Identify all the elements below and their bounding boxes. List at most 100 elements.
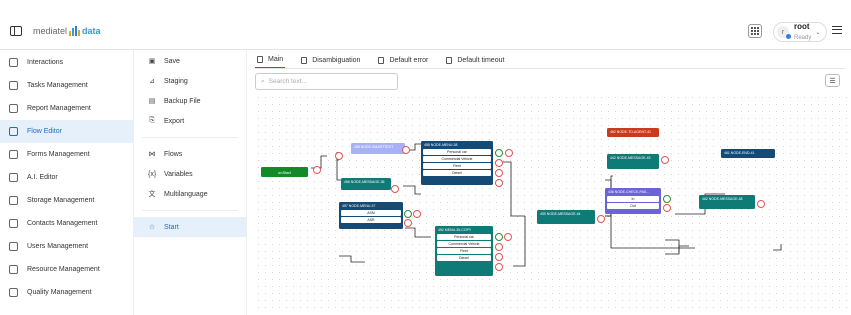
node-title: 461 NODE-END-41 xyxy=(724,150,755,155)
check-option[interactable]: In xyxy=(607,196,659,202)
delete-icon[interactable] xyxy=(495,179,503,187)
staging-button[interactable]: ⊿ Staging xyxy=(134,71,246,91)
tab-label: Default timeout xyxy=(457,56,505,64)
sidebar-toggle-icon[interactable] xyxy=(10,26,22,36)
multilanguage-label: Multilanguage xyxy=(164,190,208,198)
menu-option[interactable]: Personal car xyxy=(437,234,491,240)
flow-node-458[interactable]: 458 NODE-SMARTTEXT xyxy=(351,143,405,154)
edge xyxy=(773,244,782,251)
check-option[interactable]: Out xyxy=(607,203,659,209)
flow-node-442[interactable]: 442 NODE-MESSAGE-43 xyxy=(607,154,659,169)
flow-node-456[interactable]: 456 NODE-MESSAGE-36 xyxy=(341,178,391,190)
save-icon: ▣ xyxy=(148,58,156,65)
delete-icon[interactable] xyxy=(597,215,605,223)
backup-file-button[interactable]: ▤ Backup File xyxy=(134,91,246,111)
delete-icon[interactable] xyxy=(313,166,321,174)
edge xyxy=(339,255,365,263)
edge xyxy=(665,245,689,255)
flow-node-457[interactable]: 457 NODE-MENU-37 ASM ASR xyxy=(339,202,403,229)
menu-option[interactable]: ASR xyxy=(341,217,401,223)
staging-icon: ⊿ xyxy=(149,78,155,85)
node-title: 455 NODE-MENU-38 xyxy=(424,142,458,147)
delete-icon[interactable] xyxy=(413,210,421,218)
phone-icon xyxy=(9,58,18,67)
add-icon[interactable] xyxy=(495,233,503,241)
start-node[interactable]: onStart xyxy=(261,167,308,177)
sidebar-item-flow-editor[interactable]: Flow Editor xyxy=(0,120,133,143)
delete-icon[interactable] xyxy=(404,219,412,227)
form-icon xyxy=(9,150,18,159)
sidebar-item-contacts[interactable]: Contacts Management xyxy=(0,212,133,235)
tab-default-timeout[interactable]: Default timeout xyxy=(444,52,506,68)
search-input[interactable] xyxy=(268,78,389,85)
add-icon[interactable] xyxy=(495,149,503,157)
staging-label: Staging xyxy=(164,77,188,85)
auto-layout-icon[interactable]: ☰ xyxy=(825,74,840,87)
node-title: 436 NODE-CHECK-PAS... xyxy=(608,189,650,194)
delete-icon[interactable] xyxy=(391,185,399,193)
flow-node-455[interactable]: 455 NODE-MENU-38 Personal car Commercial… xyxy=(421,141,493,185)
node-title: 450 NODE-MESSAGE-44 xyxy=(540,211,581,216)
menu-option[interactable]: Fleet xyxy=(423,163,491,169)
flow-node-462[interactable]: 462 NODE-TO-AGENT-41 xyxy=(607,128,659,137)
save-label: Save xyxy=(164,57,180,65)
sidebar-item-forms[interactable]: Forms Management xyxy=(0,143,133,166)
delete-icon[interactable] xyxy=(505,149,513,157)
user-menu[interactable]: r root Ready ⌄ xyxy=(773,22,827,42)
tab-disambiguation[interactable]: Disambiguation xyxy=(299,52,362,68)
delete-icon[interactable] xyxy=(402,146,410,154)
menu-option[interactable]: Diesel xyxy=(437,255,491,261)
sidebar-item-reports[interactable]: Report Management xyxy=(0,97,133,120)
delete-icon[interactable] xyxy=(663,204,671,212)
apps-grid-icon[interactable] xyxy=(748,24,762,38)
clipboard-icon xyxy=(9,81,18,90)
menu-option[interactable]: Commercial Vehicle xyxy=(423,156,491,162)
delete-icon[interactable] xyxy=(495,253,503,261)
flows-icon: ⋈ xyxy=(148,151,156,158)
flow-node-462-message[interactable]: 462 NODE-MESSAGE-48 xyxy=(699,195,755,209)
flows-label: Flows xyxy=(164,150,183,158)
export-button[interactable]: ⎘ Export xyxy=(134,111,246,131)
menu-option[interactable]: Diesel xyxy=(423,170,491,176)
variables-button[interactable]: {x} Variables xyxy=(134,164,246,184)
menu-option[interactable]: ASM xyxy=(341,210,401,216)
menu-option[interactable]: Commercial Vehicle xyxy=(437,241,491,247)
sidebar-item-users[interactable]: Users Management xyxy=(0,235,133,258)
delete-icon[interactable] xyxy=(335,152,343,160)
flow-canvas[interactable]: onStart 458 NODE-SMARTTEXT 456 NODE-MESS… xyxy=(255,94,847,312)
delete-icon[interactable] xyxy=(504,233,512,241)
add-icon[interactable] xyxy=(663,195,671,203)
delete-icon[interactable] xyxy=(661,156,669,164)
add-icon[interactable] xyxy=(404,210,412,218)
sidebar-item-ai-editor[interactable]: A.I. Editor xyxy=(0,166,133,189)
start-button[interactable]: ☆ Start xyxy=(134,217,246,237)
delete-icon[interactable] xyxy=(495,159,503,167)
flow-node-452[interactable]: 452 MENU-35-COPY Personal car Commercial… xyxy=(435,226,493,276)
edge xyxy=(403,185,421,195)
tab-default-error[interactable]: Default error xyxy=(376,52,430,68)
flows-button[interactable]: ⋈ Flows xyxy=(134,144,246,164)
sidebar-item-quality[interactable]: Quality Management xyxy=(0,281,133,304)
delete-icon[interactable] xyxy=(495,243,503,251)
hamburger-menu-icon[interactable] xyxy=(832,26,842,34)
chevron-down-icon: ⌄ xyxy=(815,29,821,36)
delete-icon[interactable] xyxy=(495,263,503,271)
sidebar-item-interactions[interactable]: Interactions xyxy=(0,51,133,74)
flow-node-436[interactable]: 436 NODE-CHECK-PAS... In Out xyxy=(605,188,661,214)
variables-label: Variables xyxy=(164,170,193,178)
sidebar-item-tasks[interactable]: Tasks Management xyxy=(0,74,133,97)
save-button[interactable]: ▣ Save xyxy=(134,51,246,71)
menu-option[interactable]: Fleet xyxy=(437,248,491,254)
export-icon: ⎘ xyxy=(149,117,155,124)
menu-option[interactable]: Personal car xyxy=(423,149,491,155)
tab-main[interactable]: Main xyxy=(255,52,286,68)
sidebar-item-resources[interactable]: Resource Management xyxy=(0,258,133,281)
file-icon: ▤ xyxy=(148,98,156,105)
delete-icon[interactable] xyxy=(495,169,503,177)
delete-icon[interactable] xyxy=(757,200,765,208)
multilanguage-button[interactable]: 文 Multilanguage xyxy=(134,184,246,204)
flow-node-450[interactable]: 450 NODE-MESSAGE-44 xyxy=(537,210,595,224)
flow-node-461[interactable]: 461 NODE-END-41 xyxy=(721,149,775,158)
sidebar-item-label: Report Management xyxy=(27,105,91,112)
sidebar-item-storage[interactable]: Storage Management xyxy=(0,189,133,212)
